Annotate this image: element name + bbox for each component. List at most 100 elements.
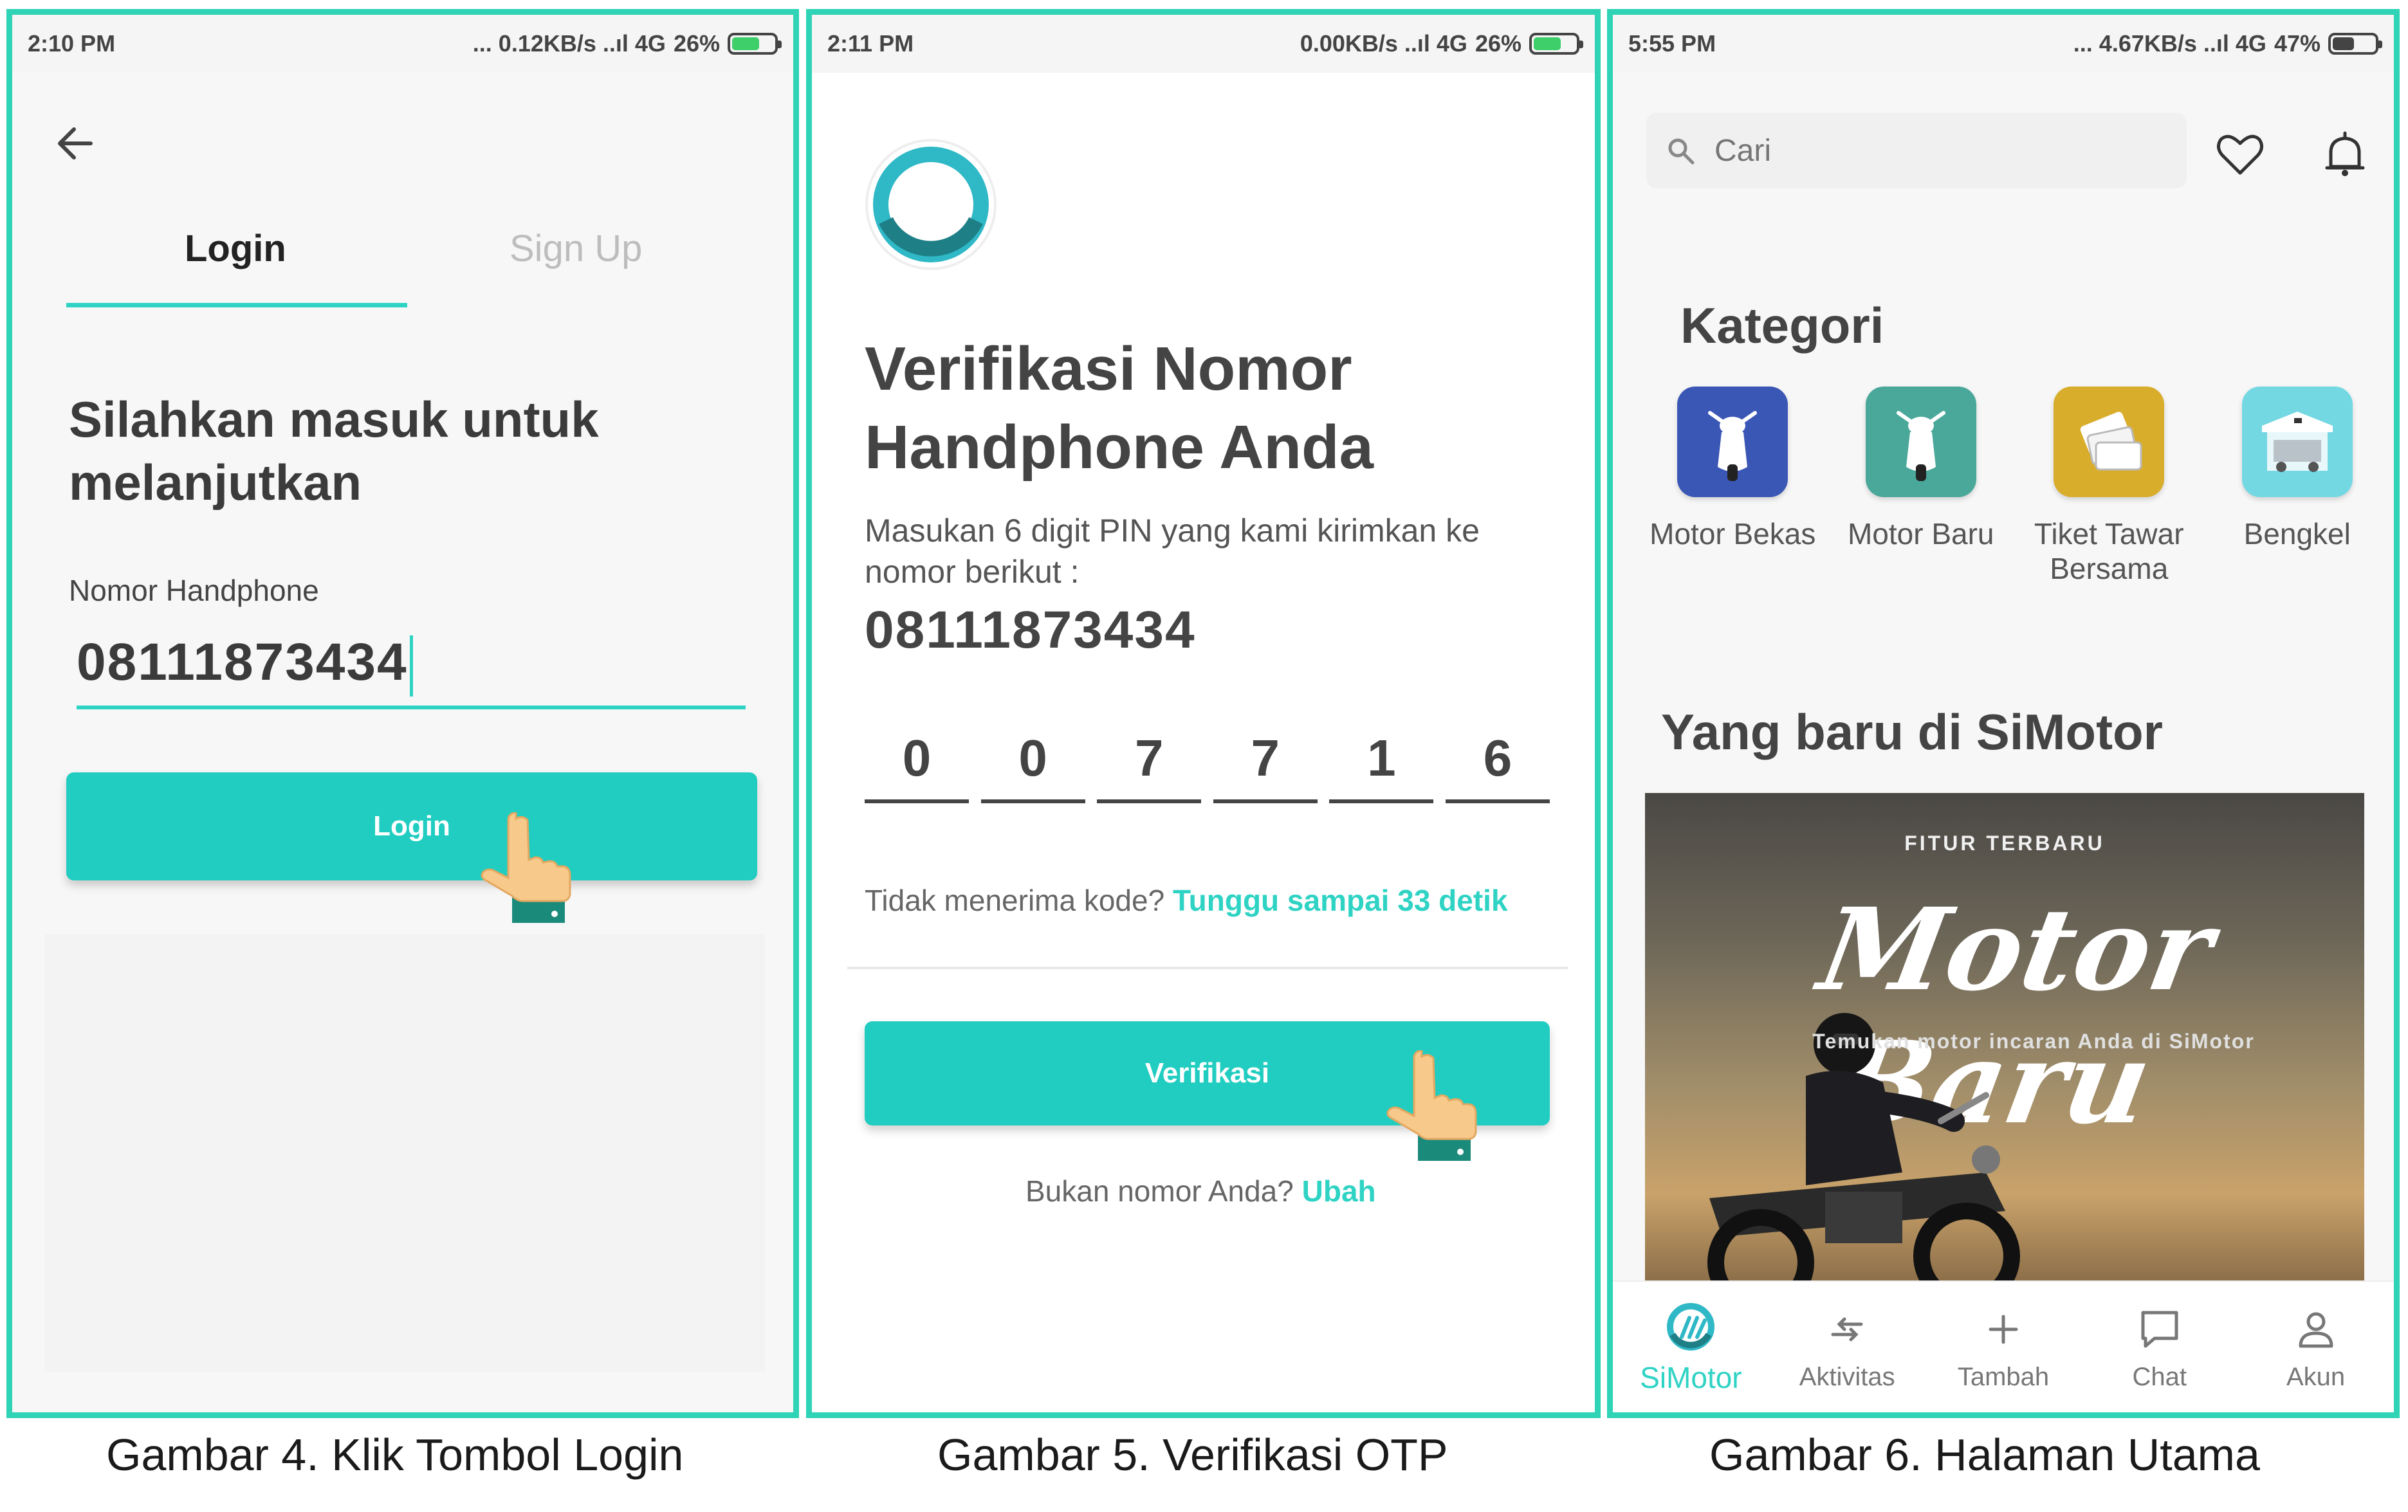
otp-digit: 7: [1251, 729, 1280, 787]
battery-icon: [1529, 33, 1583, 55]
nav-label: SiMotor: [1640, 1360, 1742, 1394]
page-title: Verifikasi Nomor Handphone Anda: [865, 334, 1374, 482]
nav-label: Akun: [2286, 1363, 2346, 1391]
chat-icon: [2141, 1311, 2178, 1348]
phone-number-value: 08111873434: [77, 633, 408, 691]
change-number-prefix: Bukan nomor Anda?: [1025, 1174, 1294, 1208]
search-icon: [1668, 138, 1695, 165]
nav-simotor[interactable]: SiMotor: [1620, 1300, 1761, 1395]
nav-chat[interactable]: Chat: [2089, 1302, 2230, 1392]
screenshot-home: 5:55 PM ... 4.67KB/s ..ıl 4G 47% Kategor…: [1607, 9, 2400, 1418]
scooter-icon: [1865, 387, 1976, 497]
nav-label: Aktivitas: [1799, 1363, 1895, 1391]
swap-arrows-icon: [1831, 1317, 1863, 1342]
network-status: ... 4.67KB/s ..ıl 4G: [2073, 30, 2266, 57]
nav-label: Tambah: [1957, 1363, 2050, 1391]
phone-number-input[interactable]: 08111873434: [77, 632, 413, 697]
otp-digit: 7: [1134, 729, 1164, 787]
nav-tambah[interactable]: Tambah: [1933, 1302, 2074, 1392]
target-phone-number: 08111873434: [865, 601, 1196, 659]
tab-indicator: [66, 303, 407, 307]
otp-digit-box[interactable]: 7: [1213, 729, 1318, 803]
figure-caption-5: Gambar 5. Verifikasi OTP: [937, 1430, 1448, 1480]
battery-percent: 26%: [673, 30, 720, 57]
status-time: 2:11 PM: [827, 30, 914, 57]
text-caret: [409, 635, 413, 697]
status-time: 5:55 PM: [1628, 30, 1716, 57]
category-motor-bekas[interactable]: Motor Bekas: [1642, 387, 1823, 586]
category-motor-baru[interactable]: Motor Baru: [1831, 387, 2011, 586]
bottom-navigation: SiMotor Aktivitas Tambah Chat Akun: [1613, 1280, 2394, 1412]
battery-percent: 47%: [2274, 30, 2321, 57]
tickets-icon: [2054, 387, 2165, 497]
workshop-icon: [2241, 387, 2353, 497]
otp-digit: 6: [1483, 729, 1512, 787]
otp-digit: 0: [1018, 729, 1047, 787]
category-label: Bengkel: [2243, 517, 2351, 551]
input-underline: [77, 706, 746, 709]
change-number-row: Bukan nomor Anda? Ubah: [1025, 1174, 1376, 1208]
back-arrow-icon[interactable]: [51, 118, 102, 169]
network-status: 0.00KB/s ..ıl 4G: [1300, 30, 1467, 57]
nav-akun[interactable]: Akun: [2245, 1302, 2387, 1392]
category-label: Motor Baru: [1847, 517, 1994, 551]
heart-icon[interactable]: [2214, 129, 2266, 181]
login-button-label: Login: [373, 810, 450, 842]
otp-digit-box[interactable]: 6: [1445, 729, 1550, 803]
tab-login[interactable]: Login: [185, 227, 286, 270]
nav-label: Chat: [2132, 1363, 2187, 1391]
change-number-link[interactable]: Ubah: [1302, 1174, 1376, 1208]
new-section-title: Yang baru di SiMotor: [1661, 704, 2164, 760]
status-bar: 5:55 PM ... 4.67KB/s ..ıl 4G 47%: [1613, 15, 2394, 73]
verify-button-label: Verifikasi: [1144, 1057, 1270, 1089]
status-bar: 2:11 PM 0.00KB/s ..ıl 4G 26%: [812, 15, 1595, 73]
empty-content-area: [44, 934, 765, 1372]
figure-caption-6: Gambar 6. Halaman Utama: [1709, 1430, 2260, 1480]
tab-signup[interactable]: Sign Up: [510, 227, 642, 270]
otp-input-group[interactable]: 0 0 7 7 1 6: [865, 729, 1550, 803]
screenshot-login: 2:10 PM ... 0.12KB/s ..ıl 4G 26% Login S…: [6, 9, 799, 1418]
otp-digit: 1: [1367, 729, 1396, 787]
search-input[interactable]: [1714, 132, 2100, 169]
resend-countdown: Tunggu sampai 33 detik: [1172, 884, 1508, 917]
network-status: ... 0.12KB/s ..ıl 4G: [472, 30, 666, 57]
otp-instructions: Masukan 6 digit PIN yang kami kirimkan k…: [865, 513, 1480, 590]
plus-icon: [1989, 1315, 2018, 1344]
status-bar: 2:10 PM ... 0.12KB/s ..ıl 4G 26%: [12, 15, 793, 73]
phone-field-label: Nomor Handphone: [69, 574, 319, 607]
category-tiket-tawar[interactable]: Tiket Tawar Bersama: [2019, 387, 2199, 586]
otp-digit-box[interactable]: 0: [865, 729, 969, 803]
category-list: Motor Bekas Motor Baru Tiket Tawar Bersa…: [1639, 387, 2391, 586]
category-label: Motor Bekas: [1650, 517, 1816, 551]
otp-digit-box[interactable]: 7: [1097, 729, 1202, 803]
category-bengkel[interactable]: Bengkel: [2207, 387, 2387, 586]
pointing-hand-icon: [481, 812, 571, 923]
battery-icon: [2328, 33, 2382, 55]
login-button[interactable]: Login: [66, 772, 757, 880]
category-title: Kategori: [1680, 297, 1884, 354]
battery-icon: [728, 33, 782, 55]
page-title: Silahkan masuk untuk melanjutkan: [69, 391, 599, 511]
otp-digit-box[interactable]: 1: [1329, 729, 1434, 803]
figure-caption-4: Gambar 4. Klik Tombol Login: [106, 1430, 684, 1480]
search-bar[interactable]: [1646, 113, 2187, 188]
banner-kicker: FITUR TERBARU: [1904, 832, 2105, 855]
simotor-logo-icon: [1667, 1302, 1715, 1351]
pointing-hand-icon: [1386, 1050, 1477, 1161]
banner-subtitle: Temukan motor incaran Anda di SiMotor: [1812, 1030, 2255, 1053]
resend-prefix: Tidak menerima kode?: [865, 884, 1165, 917]
category-label: Tiket Tawar Bersama: [2034, 517, 2184, 585]
bell-icon[interactable]: [2319, 129, 2371, 181]
scooter-icon: [1677, 387, 1788, 497]
user-icon: [2299, 1312, 2333, 1348]
simotor-logo-icon: [865, 139, 997, 270]
resend-info: Tidak menerima kode? Tunggu sampai 33 de…: [865, 883, 1508, 918]
screenshot-otp: 2:11 PM 0.00KB/s ..ıl 4G 26% Verifikasi …: [806, 9, 1601, 1418]
promo-banner[interactable]: FITUR TERBARU Motor Baru Temukan motor i…: [1645, 793, 2364, 1307]
otp-digit-box[interactable]: 0: [980, 729, 1085, 803]
nav-aktivitas[interactable]: Aktivitas: [1776, 1302, 1918, 1392]
battery-percent: 26%: [1475, 30, 1521, 57]
otp-digit: 0: [902, 729, 932, 787]
divider: [847, 967, 1568, 969]
status-time: 2:10 PM: [28, 30, 116, 57]
